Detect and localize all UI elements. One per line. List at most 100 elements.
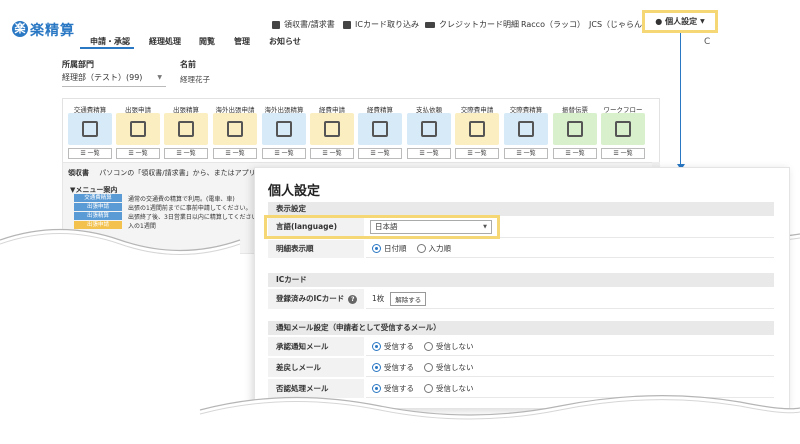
tab-apply-approve[interactable]: 申請・承認 — [90, 36, 130, 47]
train-icon — [343, 20, 351, 29]
tile-list-button[interactable]: ☰ 一覧 — [68, 148, 112, 159]
tile-list-button[interactable]: ☰ 一覧 — [553, 148, 597, 159]
transfer-slip-icon — [567, 121, 583, 137]
tile-transfer-slip[interactable]: 振替伝票 ☰ 一覧 — [553, 104, 597, 162]
tile-icon-box[interactable] — [116, 113, 160, 145]
tile-icon-box[interactable] — [310, 113, 354, 145]
ic-registered-row: 1枚 解除する — [366, 289, 774, 309]
menu-guide-text: 出張終了後、3日営業日以内に精算してください — [128, 213, 258, 221]
credit-card-link[interactable]: クレジットカード明細 — [425, 19, 519, 30]
radio-selected-icon — [372, 341, 381, 351]
tile-list-button[interactable]: ☰ 一覧 — [262, 148, 306, 159]
jcs-link[interactable]: JCS（じゃらん） — [589, 19, 650, 30]
dept-select[interactable]: 経理部（テスト）(99) ▼ — [62, 70, 166, 87]
ic-card-remove-button[interactable]: 解除する — [390, 291, 427, 306]
tile-list-button[interactable]: ☰ 一覧 — [116, 148, 160, 159]
callout-connector-line — [680, 33, 681, 167]
tile-list-button[interactable]: ☰ 一覧 — [504, 148, 548, 159]
panel-title: 個人設定 — [268, 184, 321, 199]
tile-entertainment-request[interactable]: 交際費申請 ☰ 一覧 — [455, 104, 499, 162]
help-icon[interactable]: ? — [348, 295, 358, 304]
tile-icon-box[interactable] — [262, 113, 306, 145]
menu-guide-badge[interactable]: 出張精算 — [74, 212, 122, 220]
approval-notify-no-receive-radio[interactable]: 受信しない — [424, 341, 474, 352]
sort-by-input-radio[interactable]: 入力順 — [416, 243, 451, 254]
sort-order-row: 日付順 入力順 — [366, 240, 774, 258]
approval-notify-label: 承認通知メール — [268, 337, 364, 357]
tile-list-button[interactable]: ☰ 一覧 — [164, 148, 208, 159]
tile-business-trip-settle[interactable]: 出張精算 ☰ 一覧 — [164, 104, 208, 162]
tile-list-button[interactable]: ☰ 一覧 — [407, 148, 451, 159]
tile-workflow[interactable]: ワークフロー ☰ 一覧 — [601, 104, 645, 162]
tile-icon-box[interactable] — [358, 113, 402, 145]
entertainment-request-icon — [469, 121, 485, 137]
tile-business-trip-request[interactable]: 出張申請 ☰ 一覧 — [116, 104, 160, 162]
tile-icon-box[interactable] — [553, 113, 597, 145]
sort-by-date-radio[interactable]: 日付順 — [372, 243, 407, 254]
tile-list-button[interactable]: ☰ 一覧 — [455, 148, 499, 159]
receive-label: 受信する — [384, 362, 414, 372]
ic-card-header: ICカード — [268, 273, 774, 287]
tile-expense-request[interactable]: 経費申請 ☰ 一覧 — [310, 104, 354, 162]
menu-guide-row: 出張精算 出張終了後、3日営業日以内に精算してください — [74, 212, 258, 221]
tile-icon-box[interactable] — [601, 113, 645, 145]
tile-icon-box[interactable] — [68, 113, 112, 145]
radio-icon — [424, 362, 433, 372]
return-notify-receive-radio[interactable]: 受信する — [372, 362, 414, 373]
radio-selected-icon — [372, 362, 381, 372]
receipt-info-label: 領収書 — [68, 169, 89, 177]
tile-list-button[interactable]: ☰ 一覧 — [358, 148, 402, 159]
tile-overseas-trip-request[interactable]: 海外出張申請 ☰ 一覧 — [213, 104, 257, 162]
racco-label: Racco（ラッコ） — [521, 20, 585, 29]
tile-list-button[interactable]: ☰ 一覧 — [310, 148, 354, 159]
active-tab-indicator — [80, 47, 134, 49]
page-cut-wave-bottom — [199, 394, 800, 444]
return-notify-no-receive-radio[interactable]: 受信しない — [424, 362, 474, 373]
refresh-icon[interactable]: C — [704, 37, 710, 47]
tile-list-button[interactable]: ☰ 一覧 — [601, 148, 645, 159]
business-trip-settle-icon — [178, 121, 194, 137]
menu-guide-badge[interactable]: 交通費精算 — [74, 194, 122, 202]
credit-card-icon — [425, 21, 435, 28]
menu-guide-row: 出張申請 出張の1週間前までに事前申請してください。 — [74, 203, 252, 212]
radio-icon — [424, 341, 433, 351]
no-receive-label: 受信しない — [436, 362, 474, 372]
tile-icon-box[interactable] — [407, 113, 451, 145]
jcs-label: JCS（じゃらん） — [589, 20, 651, 29]
dept-select-value: 経理部（テスト）(99) — [62, 73, 143, 82]
logo-icon: 楽 — [12, 21, 28, 37]
app-logo[interactable]: 楽精算 — [30, 20, 75, 40]
tile-transport-expense[interactable]: 交通費精算 ☰ 一覧 — [68, 104, 112, 162]
no-receive-label: 受信しない — [436, 341, 474, 351]
language-highlight — [264, 215, 500, 239]
tile-icon-box[interactable] — [164, 113, 208, 145]
tab-admin[interactable]: 管理 — [234, 36, 250, 47]
tab-accounting[interactable]: 経理処理 — [149, 36, 181, 47]
ic-card-count: 1枚 — [372, 294, 385, 303]
tab-notices[interactable]: お知らせ — [269, 36, 301, 47]
tab-browse[interactable]: 閲覧 — [199, 36, 215, 47]
tile-entertainment-settle[interactable]: 交際費精算 ☰ 一覧 — [504, 104, 548, 162]
return-notify-row: 受信する 受信しない — [366, 358, 774, 377]
display-settings-header: 表示設定 — [268, 202, 774, 216]
approval-notify-row: 受信する 受信しない — [366, 337, 774, 356]
name-label: 名前 — [180, 60, 196, 69]
tile-list-button[interactable]: ☰ 一覧 — [213, 148, 257, 159]
personal-settings-menu[interactable]: ● 個人設定 ▼ — [642, 10, 718, 33]
tile-expense-settle[interactable]: 経費精算 ☰ 一覧 — [358, 104, 402, 162]
tile-icon-box[interactable] — [455, 113, 499, 145]
tile-payment-request[interactable]: 支払依頼 ☰ 一覧 — [407, 104, 451, 162]
tile-overseas-trip-settle[interactable]: 海外出張精算 ☰ 一覧 — [262, 104, 306, 162]
approval-notify-receive-radio[interactable]: 受信する — [372, 341, 414, 352]
tile-icon-box[interactable] — [504, 113, 548, 145]
menu-guide-badge[interactable]: 出張申請 — [74, 203, 122, 211]
overseas-trip-request-icon — [227, 121, 243, 137]
tile-icon-box[interactable] — [213, 113, 257, 145]
sort-by-date-label: 日付順 — [384, 244, 407, 253]
menu-guide-text: 出張の1週間前までに事前申請してください。 — [128, 204, 252, 212]
receipts-link[interactable]: 領収書/請求書 — [272, 19, 335, 30]
ic-card-import-link[interactable]: ICカード取り込み — [343, 19, 419, 30]
business-trip-request-icon — [130, 121, 146, 137]
racco-link[interactable]: Racco（ラッコ） — [521, 19, 585, 30]
chevron-down-icon: ▼ — [157, 74, 162, 81]
